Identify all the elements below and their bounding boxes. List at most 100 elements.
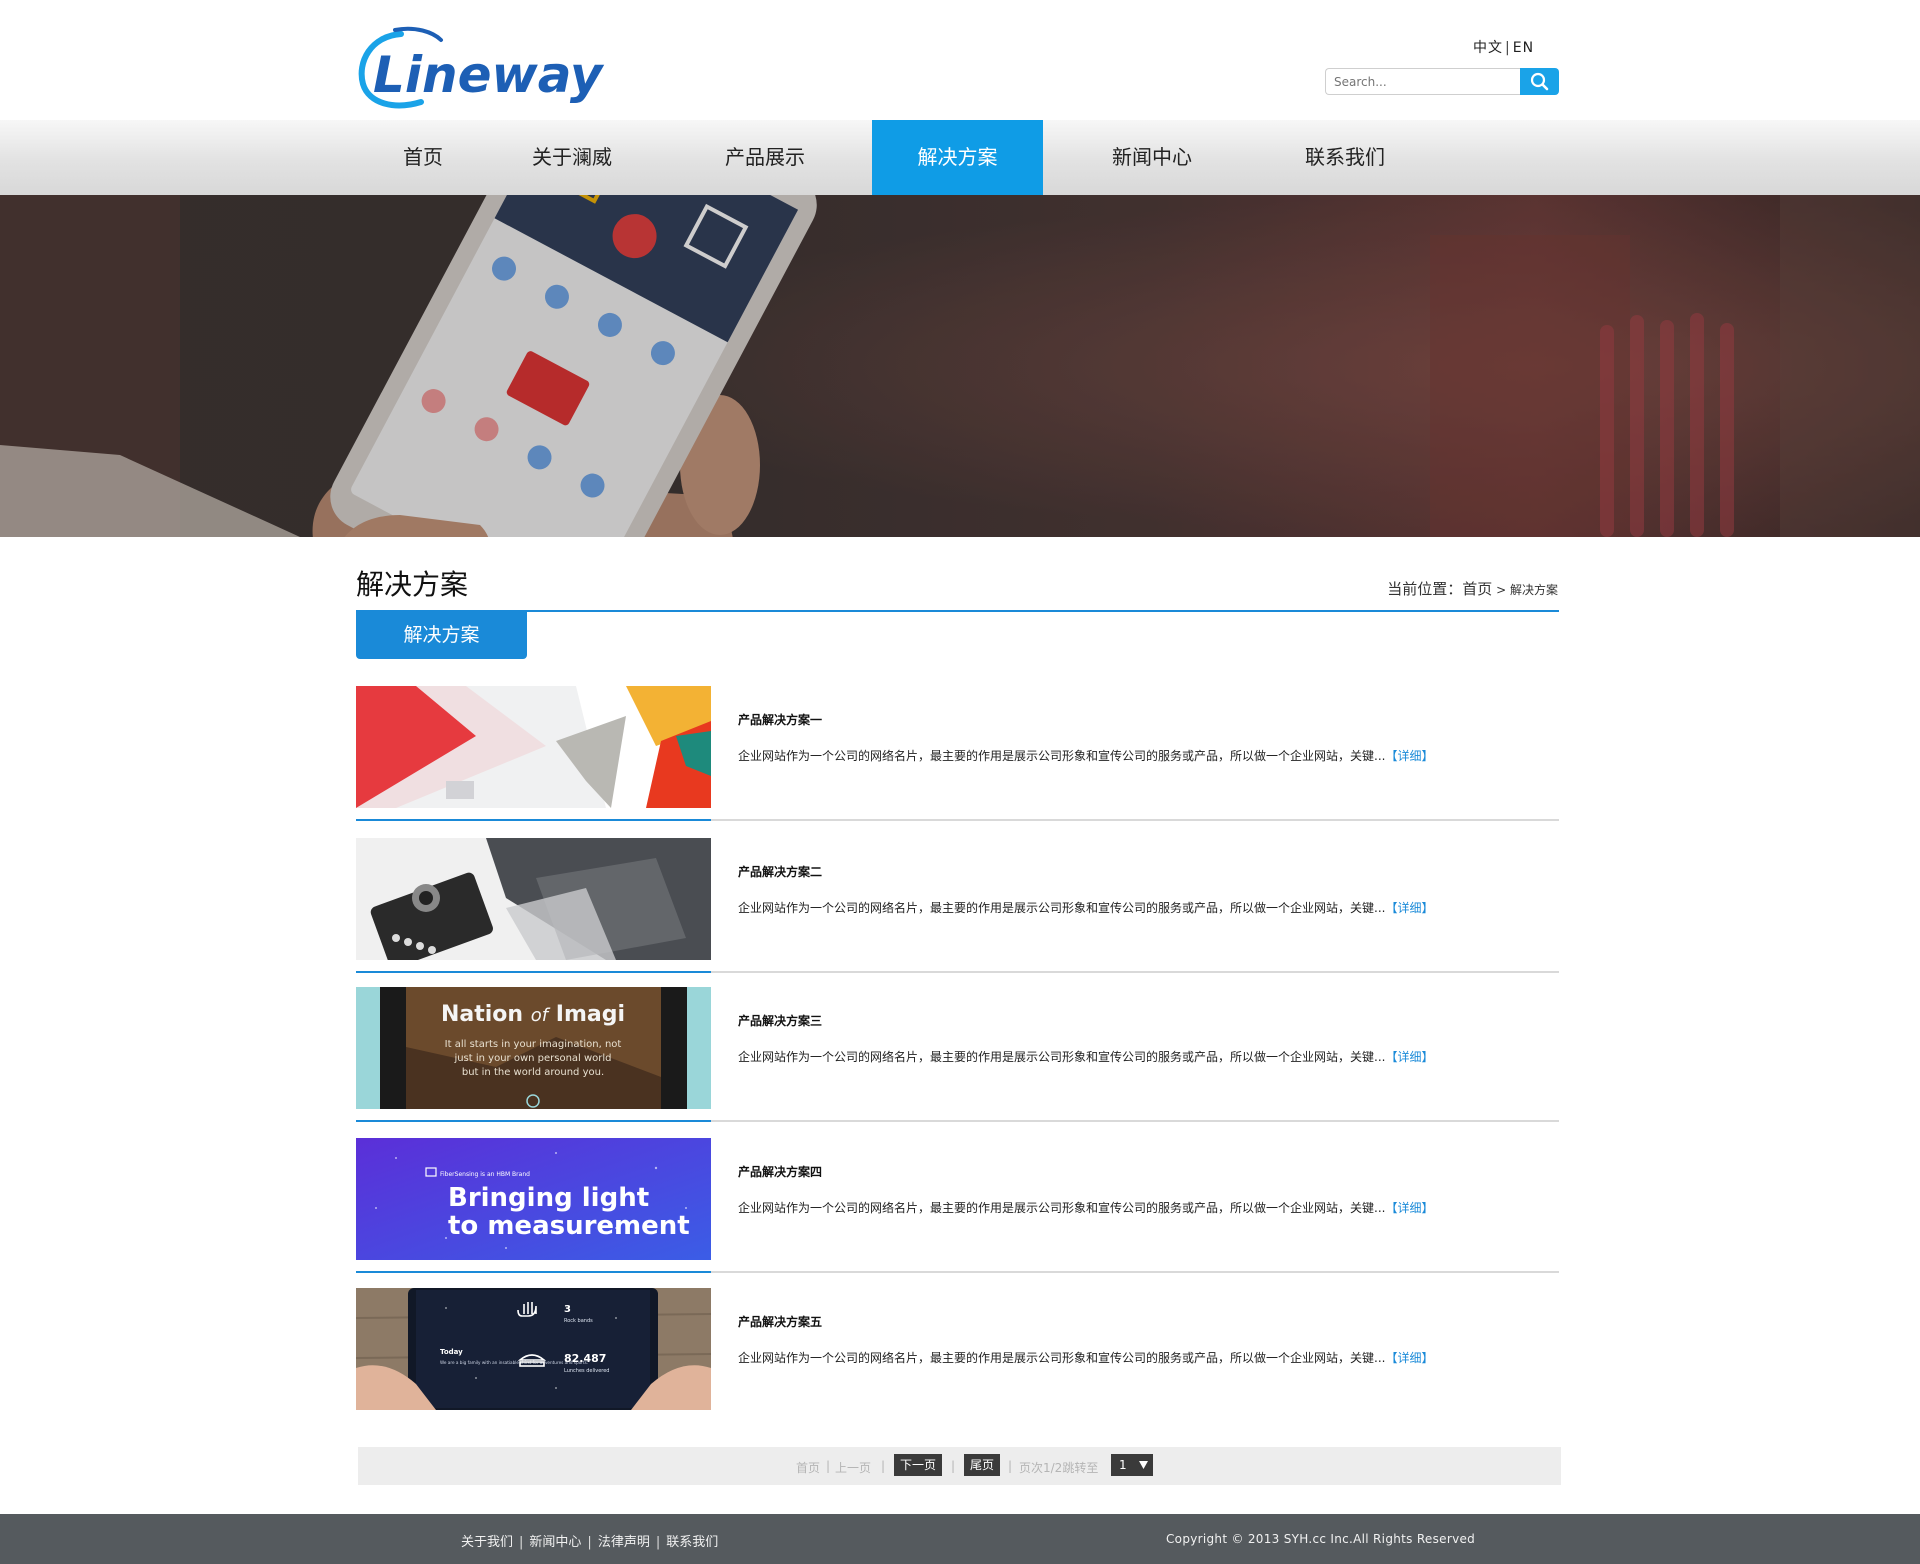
thumbnail-image-5: Today We are a big family with an insati… <box>356 1288 711 1410</box>
solution-thumbnail[interactable] <box>356 686 711 808</box>
dropdown-arrow-icon <box>1139 1461 1148 1469</box>
solution-description: 企业网站作为一个公司的网络名片，最主要的作用是展示公司形象和宣传公司的服务或产品… <box>738 899 1433 916</box>
lang-separator: | <box>1505 40 1511 56</box>
nav-item-products[interactable]: 产品展示 <box>698 120 832 195</box>
thumb-headline-line: Bringing light <box>448 1183 649 1213</box>
search-button[interactable] <box>1520 68 1559 95</box>
pager-page-info: 页次1/2跳转至 <box>1019 1461 1099 1475</box>
item-divider <box>711 1271 1559 1273</box>
solution-thumbnail[interactable]: Nation of Imagi It all starts in your im… <box>356 987 711 1109</box>
site-footer: 关于我们 | 新闻中心 | 法律声明 | 联系我们 Copyright © 2013 SYH… <box>0 1514 1920 1564</box>
pagination: 首页 | 上一页 | 下一页 | 尾页 | 页次1/2跳转至 1 <box>358 1447 1561 1485</box>
search-input[interactable] <box>1325 68 1521 95</box>
thumbnail-image-3: Nation of Imagi It all starts in your im… <box>356 987 711 1109</box>
item-divider-accent <box>356 1120 711 1122</box>
nav-item-about[interactable]: 关于澜威 <box>512 120 632 195</box>
search-box <box>1325 68 1559 95</box>
breadcrumb-prefix: 当前位置： <box>1387 580 1463 598</box>
pager-jump-select[interactable]: 1 <box>1111 1454 1153 1476</box>
pager-next-button[interactable]: 下一页 <box>894 1454 943 1476</box>
thumb-subtext-line: just in your own personal world <box>453 1053 611 1064</box>
breadcrumb-current: 解决方案 <box>1509 583 1558 597</box>
thumbnail-image-4: FiberSensing is an HBM Brand Bringing li… <box>356 1138 711 1260</box>
page-title: 解决方案 <box>356 568 469 601</box>
nav-item-solutions[interactable]: 解决方案 <box>872 120 1043 195</box>
solution-more-link[interactable]: 【详细】 <box>1385 901 1433 915</box>
solution-title[interactable]: 产品解决方案二 <box>738 863 822 880</box>
solution-title[interactable]: 产品解决方案一 <box>738 711 822 728</box>
solution-thumbnail[interactable]: FiberSensing is an HBM Brand Bringing li… <box>356 1138 711 1260</box>
item-divider <box>711 971 1559 973</box>
solution-list-item: Today We are a big family with an insati… <box>356 1288 1559 1410</box>
solution-more-link[interactable]: 【详细】 <box>1385 1351 1433 1365</box>
thumbnail-image-1 <box>356 686 711 808</box>
solution-title[interactable]: 产品解决方案五 <box>738 1313 822 1330</box>
footer-link-news[interactable]: 新闻中心 <box>529 1535 581 1550</box>
breadcrumb: 当前位置：首页 > 解决方案 <box>1387 578 1558 599</box>
solution-more-link[interactable]: 【详细】 <box>1385 1050 1433 1064</box>
lineway-logo[interactable]: Lineway <box>355 26 627 110</box>
solution-description: 企业网站作为一个公司的网络名片，最主要的作用是展示公司形象和宣传公司的服务或产品… <box>738 1349 1433 1366</box>
solution-thumbnail[interactable]: Today We are a big family with an insati… <box>356 1288 711 1410</box>
breadcrumb-home-link[interactable]: 首页 <box>1462 580 1492 598</box>
solution-list-item: 产品解决方案二 企业网站作为一个公司的网络名片，最主要的作用是展示公司形象和宣传… <box>356 838 1559 978</box>
main-nav: 首页 关于澜威 产品展示 解决方案 新闻中心 联系我们 <box>0 120 1920 195</box>
solution-more-link[interactable]: 【详细】 <box>1385 1201 1433 1215</box>
svg-text:Nation of Imag: Nation of Imagi <box>441 1002 625 1027</box>
footer-links: 关于我们 | 新闻中心 | 法律声明 | 联系我们 <box>461 1531 718 1550</box>
site-header: Lineway 中文 | EN <box>0 0 1920 120</box>
thumb-brand-text: FiberSensing is an HBM Brand <box>440 1171 530 1178</box>
solution-list-item: FiberSensing is an HBM Brand Bringing li… <box>356 1138 1559 1278</box>
banner-phone-image <box>0 195 1920 537</box>
thumb-today-label: Today <box>440 1348 463 1356</box>
footer-link-about[interactable]: 关于我们 <box>461 1535 513 1550</box>
lang-chinese-link[interactable]: 中文 <box>1473 40 1503 56</box>
pager-jump-value: 1 <box>1119 1458 1127 1472</box>
solution-description: 企业网站作为一个公司的网络名片，最主要的作用是展示公司形象和宣传公司的服务或产品… <box>738 1048 1433 1065</box>
footer-link-contact[interactable]: 联系我们 <box>666 1535 718 1550</box>
category-tab-solutions[interactable]: 解决方案 <box>356 612 527 659</box>
solution-description: 企业网站作为一个公司的网络名片，最主要的作用是展示公司形象和宣传公司的服务或产品… <box>738 747 1433 764</box>
pager-separator: | <box>951 1459 956 1473</box>
pager-separator: | <box>826 1459 831 1473</box>
thumb-headline-line: to measurement <box>448 1211 690 1241</box>
language-switch: 中文 | EN <box>1473 37 1534 57</box>
pager-separator: | <box>881 1459 886 1473</box>
solution-description-text: 企业网站作为一个公司的网络名片，最主要的作用是展示公司形象和宣传公司的服务或产品… <box>738 1351 1386 1365</box>
nav-item-news[interactable]: 新闻中心 <box>1085 120 1219 195</box>
thumb-heading-of: of <box>531 1005 551 1026</box>
footer-separator: | <box>655 1535 661 1550</box>
item-divider-accent <box>356 1271 711 1273</box>
footer-link-legal[interactable]: 法律声明 <box>598 1535 650 1550</box>
copyright-text: Copyright © 2013 SYH.cc Inc.All Rights R… <box>1166 1532 1476 1546</box>
solution-description-text: 企业网站作为一个公司的网络名片，最主要的作用是展示公司形象和宣传公司的服务或产品… <box>738 1050 1386 1064</box>
pager-first-link[interactable]: 首页 <box>796 1459 820 1476</box>
title-divider <box>356 610 1559 612</box>
nav-item-contact[interactable]: 联系我们 <box>1278 120 1412 195</box>
solution-title[interactable]: 产品解决方案四 <box>738 1163 822 1180</box>
lang-english-link[interactable]: EN <box>1513 40 1534 56</box>
logo-text: Lineway <box>373 46 605 104</box>
thumb-subtext-line: but in the world around you. <box>462 1067 604 1078</box>
item-divider-accent <box>356 819 711 821</box>
item-divider <box>711 1120 1559 1122</box>
thumb-stat-label: Rock bands <box>564 1318 593 1324</box>
nav-item-home[interactable]: 首页 <box>375 120 471 195</box>
pager-last-button[interactable]: 尾页 <box>964 1454 1001 1476</box>
search-icon <box>1530 72 1549 91</box>
solution-list-item: Nation of Imagi It all starts in your im… <box>356 987 1559 1127</box>
solution-description: 企业网站作为一个公司的网络名片，最主要的作用是展示公司形象和宣传公司的服务或产品… <box>738 1199 1433 1216</box>
hero-banner <box>0 195 1920 537</box>
item-divider <box>711 819 1559 821</box>
solution-description-text: 企业网站作为一个公司的网络名片，最主要的作用是展示公司形象和宣传公司的服务或产品… <box>738 749 1386 763</box>
solution-description-text: 企业网站作为一个公司的网络名片，最主要的作用是展示公司形象和宣传公司的服务或产品… <box>738 901 1386 915</box>
item-divider-accent <box>356 971 711 973</box>
pager-separator: | <box>1008 1459 1013 1473</box>
solution-thumbnail[interactable] <box>356 838 711 960</box>
pager-prev-link[interactable]: 上一页 <box>835 1459 871 1476</box>
thumb-heading-a: Nation <box>441 1002 523 1027</box>
solution-more-link[interactable]: 【详细】 <box>1385 749 1433 763</box>
solution-title[interactable]: 产品解决方案三 <box>738 1012 822 1029</box>
thumb-stat-number: 3 <box>564 1304 571 1315</box>
thumb-heading-b: Imagi <box>556 1002 625 1027</box>
